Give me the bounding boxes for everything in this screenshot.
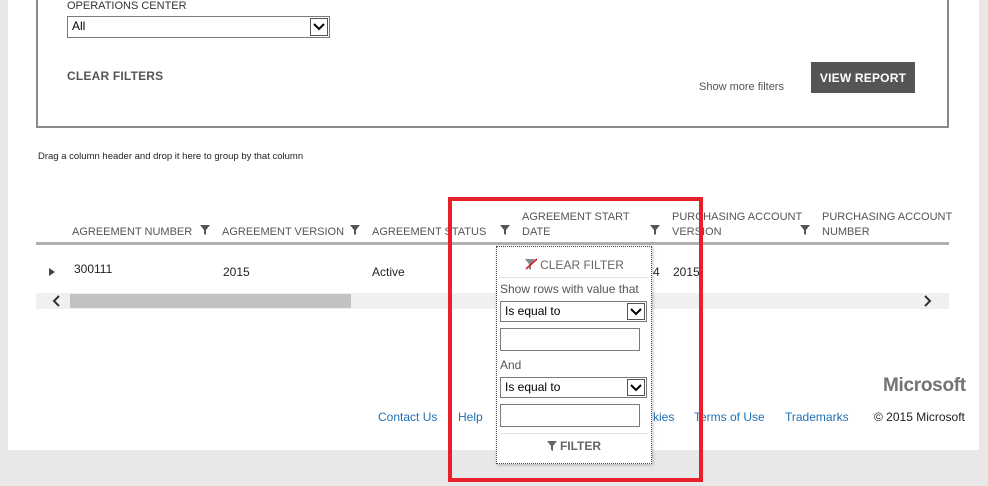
cell-agreement-number: 300111 — [74, 262, 113, 276]
filter-funnel-icon[interactable] — [200, 225, 210, 235]
operator-select-1[interactable]: Is equal to — [500, 301, 647, 322]
apply-filter-button[interactable]: FILTER — [497, 439, 651, 453]
microsoft-logo: Microsoft — [883, 375, 966, 396]
column-filter-popup: CLEAR FILTER Show rows with value that I… — [496, 246, 652, 464]
operator-select-2[interactable]: Is equal to — [500, 377, 647, 398]
column-header-line1: PURCHASING ACCOUNT — [822, 211, 953, 223]
horizontal-scrollbar[interactable] — [36, 293, 949, 309]
column-header-line1 — [222, 210, 344, 225]
view-report-button[interactable]: VIEW REPORT — [811, 62, 915, 93]
cell-agreement-status: Active — [372, 265, 405, 279]
column-header-line1 — [372, 210, 486, 225]
filter-funnel-icon[interactable] — [500, 225, 510, 235]
scrollbar-thumb[interactable] — [70, 294, 351, 308]
help-link[interactable]: Help — [458, 410, 483, 424]
column-header-purchasing-account-version[interactable]: PURCHASING ACCOUNT VERSION — [672, 210, 802, 240]
filter-button-label: FILTER — [559, 439, 602, 453]
filter-funnel-icon — [546, 441, 557, 451]
operations-center-select[interactable]: All — [67, 16, 330, 38]
header-divider — [36, 242, 949, 245]
chevron-down-icon[interactable] — [310, 18, 328, 36]
cell-agreement-start-date: 4 — [653, 265, 660, 279]
scroll-left-icon[interactable] — [50, 295, 64, 307]
group-by-hint: Drag a column header and drop it here to… — [38, 151, 304, 162]
trademarks-link[interactable]: Trademarks — [785, 410, 849, 424]
column-header-agreement-status[interactable]: AGREEMENT STATUS — [372, 210, 486, 240]
clear-filter-icon — [525, 258, 538, 270]
cell-agreement-version: 2015 — [223, 265, 250, 279]
show-more-filters-link[interactable]: Show more filters — [699, 81, 784, 93]
operator-value-2: Is equal to — [505, 380, 561, 394]
contact-us-link[interactable]: Contact Us — [378, 410, 437, 424]
column-header-line1: PURCHASING ACCOUNT — [672, 211, 803, 223]
scroll-right-icon[interactable] — [920, 295, 934, 307]
filter-funnel-icon[interactable] — [650, 225, 660, 235]
filter-funnel-icon[interactable] — [800, 225, 810, 235]
operations-center-label: OPERATIONS CENTER — [67, 0, 187, 12]
clear-filter-button[interactable]: CLEAR FILTER — [497, 258, 651, 272]
column-header-line2: AGREEMENT STATUS — [372, 226, 487, 238]
show-rows-label: Show rows with value that — [500, 282, 639, 296]
column-header-line1: AGREEMENT START — [522, 211, 630, 223]
column-header-line2: VERSION — [672, 226, 722, 238]
column-header-purchasing-account-number[interactable]: PURCHASING ACCOUNT NUMBER — [822, 210, 952, 240]
divider — [499, 433, 649, 434]
filter-panel: OPERATIONS CENTER All CLEAR FILTERS Show… — [36, 0, 949, 128]
expand-row-icon[interactable] — [49, 268, 55, 276]
cookies-link[interactable]: kies — [653, 410, 674, 424]
filter-value-input-1[interactable] — [500, 328, 640, 351]
column-header-line1 — [72, 210, 192, 225]
column-header-line2: AGREEMENT VERSION — [222, 226, 345, 238]
and-label: And — [500, 358, 522, 372]
operations-center-value: All — [72, 19, 86, 33]
copyright-text: © 2015 Microsoft — [874, 410, 965, 424]
chevron-down-icon[interactable] — [627, 379, 645, 396]
column-header-line2: AGREEMENT NUMBER — [72, 226, 193, 238]
divider — [499, 277, 649, 278]
column-header-agreement-number[interactable]: AGREEMENT NUMBER — [72, 210, 192, 240]
page: OPERATIONS CENTER All CLEAR FILTERS Show… — [8, 0, 979, 450]
terms-of-use-link[interactable]: Terms of Use — [694, 410, 765, 424]
clear-filters-link[interactable]: CLEAR FILTERS — [67, 69, 163, 83]
column-header-agreement-version[interactable]: AGREEMENT VERSION — [222, 210, 344, 240]
column-header-agreement-start-date[interactable]: AGREEMENT START DATE — [522, 210, 630, 240]
clear-filter-label: CLEAR FILTER — [540, 258, 624, 272]
filter-value-input-2[interactable] — [500, 404, 640, 427]
filter-funnel-icon[interactable] — [350, 225, 360, 235]
column-header-line2: NUMBER — [822, 226, 870, 238]
chevron-down-icon[interactable] — [627, 303, 645, 320]
column-header-line2: DATE — [522, 226, 551, 238]
cell-purchasing-account-version: 2015 — [673, 265, 700, 279]
operator-value-1: Is equal to — [505, 304, 561, 318]
